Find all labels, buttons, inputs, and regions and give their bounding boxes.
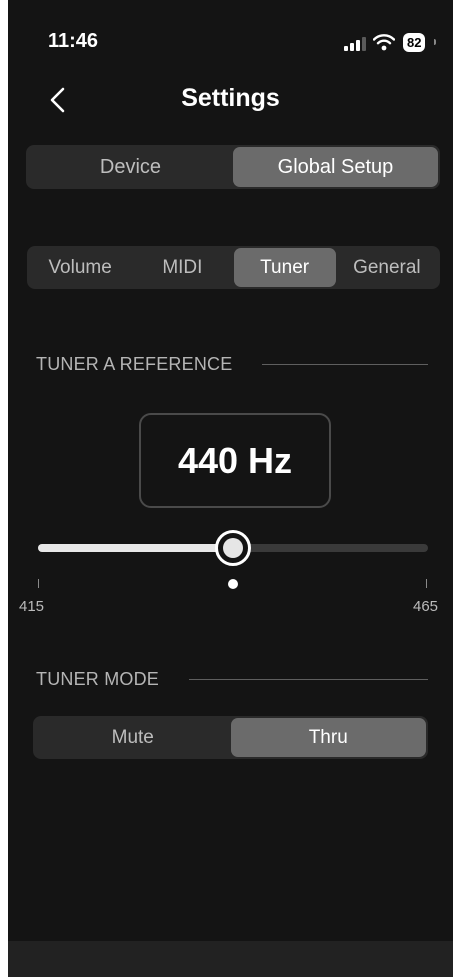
mode-mute-button[interactable]: Mute xyxy=(35,718,231,757)
slider-thumb[interactable] xyxy=(215,530,251,566)
bottom-bar xyxy=(8,941,453,977)
mode-thru-button[interactable]: Thru xyxy=(230,718,426,757)
tuner-reference-label: TUNER A REFERENCE xyxy=(36,354,233,374)
section-divider xyxy=(189,679,428,680)
tuner-reference-slider[interactable] xyxy=(38,530,428,566)
sub-tab-bar: Volume MIDI Tuner General xyxy=(27,246,440,289)
status-time: 11:46 xyxy=(48,30,99,52)
tab-device[interactable]: Device xyxy=(28,147,233,187)
tab-volume[interactable]: Volume xyxy=(29,248,131,287)
slider-max-label: 465 xyxy=(413,598,439,615)
slider-fill xyxy=(38,544,233,552)
slider-min-label: 415 xyxy=(19,598,45,615)
tuner-reference-value: 440 Hz xyxy=(139,413,331,508)
settings-screen: 11:46 82 Settings Device Global Setup Vo… xyxy=(8,0,453,977)
main-tab-bar: Device Global Setup xyxy=(26,145,440,189)
tuner-mode-toggle: Mute Thru xyxy=(33,716,428,759)
tab-global-setup[interactable]: Global Setup xyxy=(233,147,438,187)
slider-center-marker xyxy=(228,579,238,589)
tab-tuner[interactable]: Tuner xyxy=(233,248,336,287)
signal-bars-icon xyxy=(344,37,366,51)
tuner-reference-section-header: TUNER A REFERENCE xyxy=(36,354,428,375)
tab-general[interactable]: General xyxy=(336,248,438,287)
battery-icon: 82 xyxy=(403,33,426,52)
slider-max-tick xyxy=(426,579,427,588)
battery-tip xyxy=(434,39,436,45)
tab-midi[interactable]: MIDI xyxy=(131,248,233,287)
tuner-mode-label: TUNER MODE xyxy=(36,669,159,689)
page-title: Settings xyxy=(181,84,280,112)
section-divider xyxy=(262,364,428,365)
slider-min-tick xyxy=(38,579,39,588)
tuner-mode-section-header: TUNER MODE xyxy=(36,669,428,690)
wifi-icon xyxy=(373,34,395,51)
